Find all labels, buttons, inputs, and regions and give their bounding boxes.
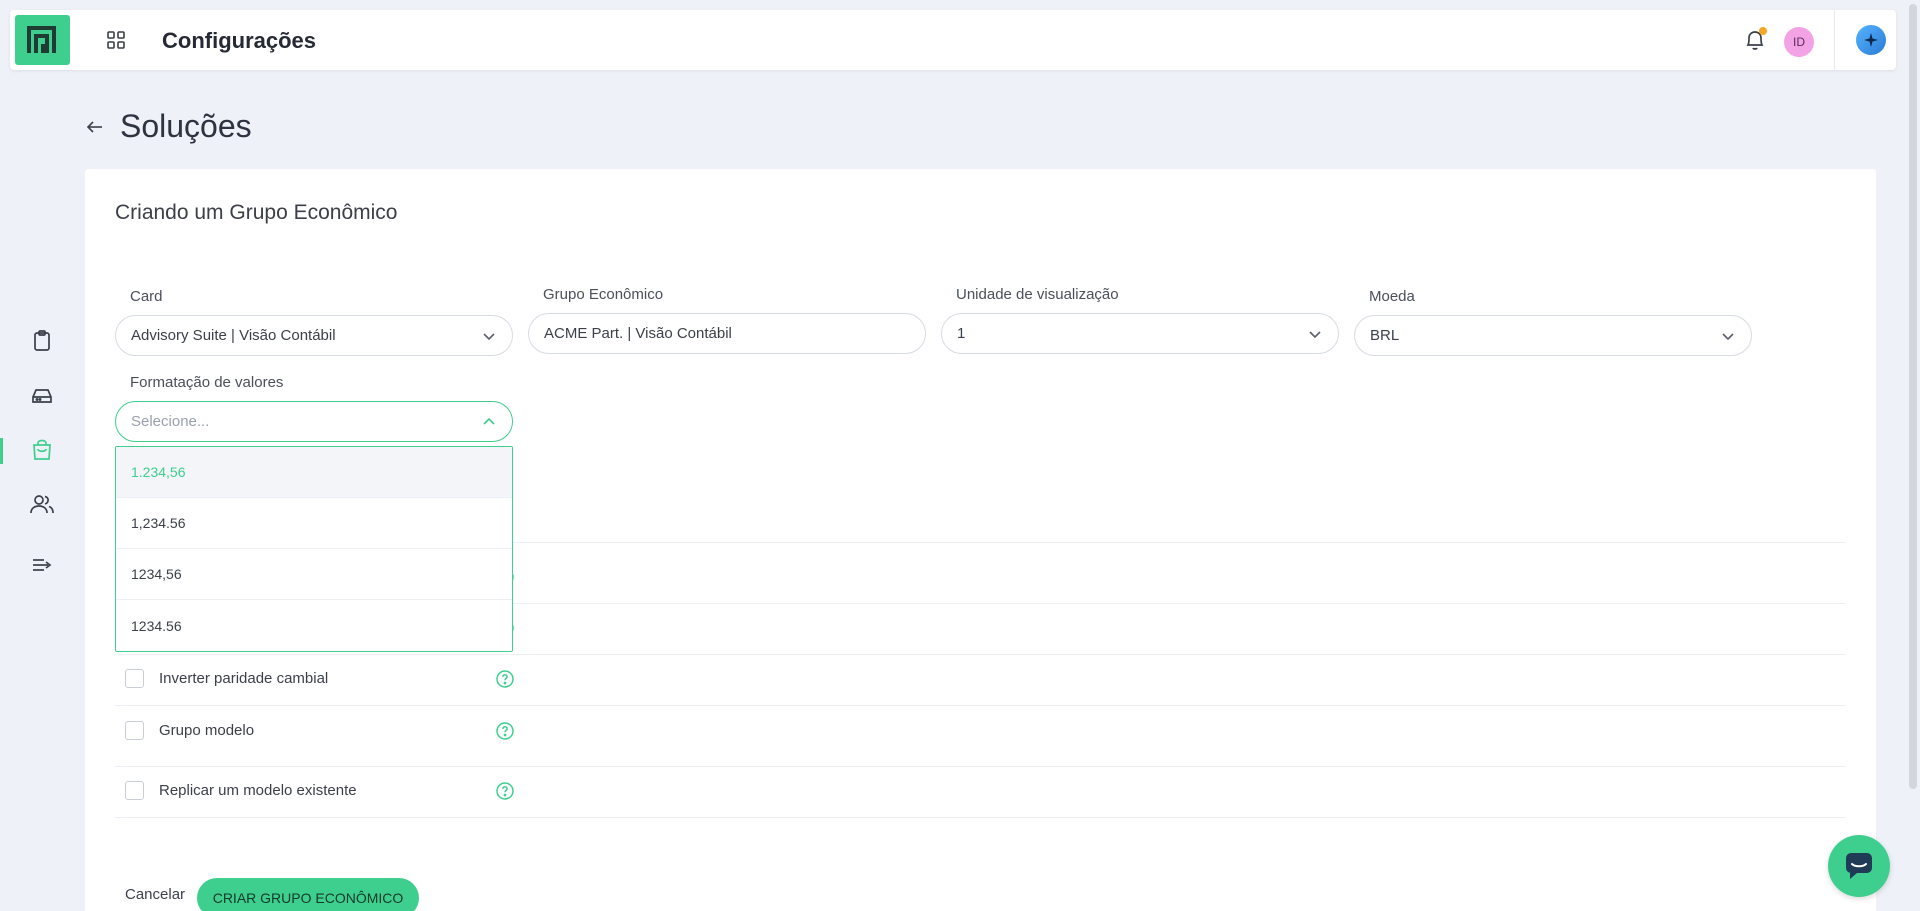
logo-icon[interactable] (15, 15, 70, 65)
moeda-label: Moeda (1369, 288, 1415, 305)
storage-icon[interactable] (27, 381, 57, 411)
sidebar-active-indicator (0, 438, 3, 464)
avatar[interactable]: ID (1784, 27, 1814, 57)
divider (1834, 10, 1835, 70)
unidade-select[interactable]: 1 (941, 313, 1339, 354)
inverter-paridade-checkbox[interactable] (125, 669, 144, 688)
arrow-left-icon[interactable] (84, 116, 106, 138)
row-divider (115, 766, 1846, 767)
checkbox-row-grupo-modelo: Grupo modelo (125, 721, 254, 740)
replicar-modelo-label: Replicar um modelo existente (159, 782, 357, 799)
dropdown-option[interactable]: 1234.56 (116, 600, 512, 651)
page-title: Soluções (120, 108, 252, 144)
notification-dot (1759, 27, 1767, 35)
scrollbar-thumb[interactable] (1909, 4, 1917, 789)
chevron-down-icon (483, 333, 495, 341)
checkbox-row-replicar: Replicar um modelo existente (125, 781, 357, 800)
chevron-down-icon (1722, 333, 1734, 341)
grupo-modelo-label: Grupo modelo (159, 722, 255, 739)
unidade-label: Unidade de visualização (956, 286, 1119, 303)
checkbox-row-inverter: Inverter paridade cambial (125, 669, 328, 688)
bell-icon[interactable] (1742, 27, 1768, 53)
form-card: Criando um Grupo Econômico Card Advisory… (85, 169, 1876, 911)
formatacao-select[interactable]: Selecione... (115, 401, 513, 442)
replicar-modelo-checkbox[interactable] (125, 781, 144, 800)
formatacao-dropdown: 1.234,56 1,234.56 1234,56 1234.56 (115, 446, 513, 652)
page-scrollbar[interactable] (1906, 0, 1920, 911)
clipboard-icon[interactable] (27, 326, 57, 356)
row-divider (115, 817, 1846, 818)
sparkle-icon[interactable] (1856, 25, 1886, 55)
create-group-button[interactable]: CRIAR GRUPO ECONÔMICO (197, 878, 419, 911)
users-icon[interactable] (27, 489, 57, 519)
page-section-title: Configurações (162, 28, 317, 53)
top-bar: Configurações ID (10, 10, 1896, 70)
moeda-select-value: BRL (1370, 327, 1400, 344)
grid-icon[interactable] (106, 30, 126, 50)
row-divider (115, 654, 1846, 655)
unidade-select-value: 1 (957, 325, 966, 342)
moeda-select[interactable]: BRL (1354, 315, 1752, 356)
formatacao-placeholder: Selecione... (131, 413, 210, 430)
row-divider (115, 705, 1846, 706)
grupo-label: Grupo Econômico (543, 286, 664, 303)
dropdown-option[interactable]: 1,234.56 (116, 498, 512, 549)
grupo-input-value: ACME Part. | Visão Contábil (544, 325, 732, 342)
card-select-value: Advisory Suite | Visão Contábil (131, 327, 336, 344)
formatacao-label: Formatação de valores (130, 374, 284, 391)
shopping-bag-icon[interactable] (27, 435, 57, 465)
dropdown-option[interactable]: 1.234,56 (116, 447, 512, 498)
cancel-button[interactable]: Cancelar (125, 886, 185, 903)
grupo-modelo-checkbox[interactable] (125, 721, 144, 740)
chevron-down-icon (1309, 331, 1321, 339)
inverter-paridade-label: Inverter paridade cambial (159, 670, 329, 687)
page-header: Soluções (84, 108, 252, 145)
chevron-up-icon (483, 417, 495, 425)
chat-icon[interactable] (1828, 835, 1890, 897)
grupo-economico-input[interactable]: ACME Part. | Visão Contábil (528, 313, 926, 354)
list-arrow-icon[interactable] (27, 550, 57, 580)
card-select[interactable]: Advisory Suite | Visão Contábil (115, 315, 513, 356)
help-icon[interactable] (495, 781, 515, 801)
dropdown-option[interactable]: 1234,56 (116, 549, 512, 600)
help-icon[interactable] (495, 721, 515, 741)
form-title: Criando um Grupo Econômico (115, 201, 398, 224)
card-label: Card (130, 288, 163, 305)
help-icon[interactable] (495, 669, 515, 689)
